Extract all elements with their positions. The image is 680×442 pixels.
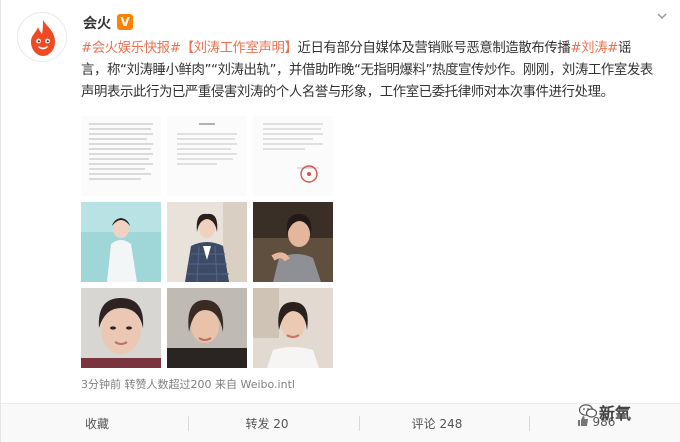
photo-white-top[interactable] bbox=[253, 288, 333, 368]
hashtag-link[interactable]: #刘涛# bbox=[570, 41, 618, 56]
post-text: #会火娱乐快报#【刘涛工作室声明】近日有部分自媒体及营销账号恶意制造散布传播#刘… bbox=[81, 38, 679, 104]
repost-button[interactable]: 转发 20 bbox=[207, 415, 327, 432]
divider bbox=[529, 416, 530, 431]
statement-title: 【刘涛工作室声明】 bbox=[180, 41, 298, 56]
username[interactable]: 会火 bbox=[83, 13, 111, 33]
photo-white-dress[interactable] bbox=[81, 202, 161, 282]
post-text-line-1: #会火娱乐快报#【刘涛工作室声明】近日有部分自媒体及营销账号恶意制造散布传播#刘… bbox=[81, 38, 679, 60]
statement-page-1[interactable] bbox=[81, 116, 161, 196]
hashtag-link[interactable]: #会火娱乐快报# bbox=[81, 41, 181, 56]
photo-selfie-car[interactable] bbox=[167, 288, 247, 368]
post-text-line-3: 声明表示此行为已严重侵害刘涛的个人名誉与形象，工作室已委托律师对本次事件进行处理… bbox=[81, 85, 614, 100]
comment-button[interactable]: 评论 248 bbox=[377, 415, 497, 432]
flame-avatar-icon bbox=[19, 14, 66, 61]
avatar[interactable] bbox=[17, 12, 67, 62]
statement-page-2[interactable] bbox=[167, 116, 247, 196]
photo-selfie-gray-top[interactable] bbox=[253, 202, 333, 282]
favorite-button[interactable]: 收藏 bbox=[37, 415, 157, 432]
post-text-line-2: 言，称“刘涛睡小鲜肉”“刘涛出轨”，并借助昨晚“无指明爆料”热度宣传炒作。刚刚，… bbox=[81, 63, 653, 78]
post-text-segment: 谣 bbox=[617, 41, 631, 56]
photo-plaid-suit[interactable] bbox=[167, 202, 247, 282]
weibo-post-card: 会火 V #会火娱乐快报#【刘涛工作室声明】近日有部分自媒体及营销账号恶意制造散… bbox=[0, 0, 680, 442]
wechat-icon bbox=[579, 404, 597, 418]
post-text-segment: 近日有部分自媒体及营销账号恶意制造散布传播 bbox=[297, 41, 571, 56]
verified-badge: V bbox=[117, 14, 133, 30]
photo-selfie-closeup[interactable] bbox=[81, 288, 161, 368]
divider bbox=[359, 416, 360, 431]
post-meta: 3分钟前 转赞人数超过200 来自 Weibo.intl bbox=[81, 378, 295, 391]
watermark: 新氧 bbox=[599, 404, 632, 423]
chevron-down-icon[interactable] bbox=[656, 10, 668, 26]
statement-page-3[interactable] bbox=[253, 116, 333, 196]
divider bbox=[188, 416, 189, 431]
